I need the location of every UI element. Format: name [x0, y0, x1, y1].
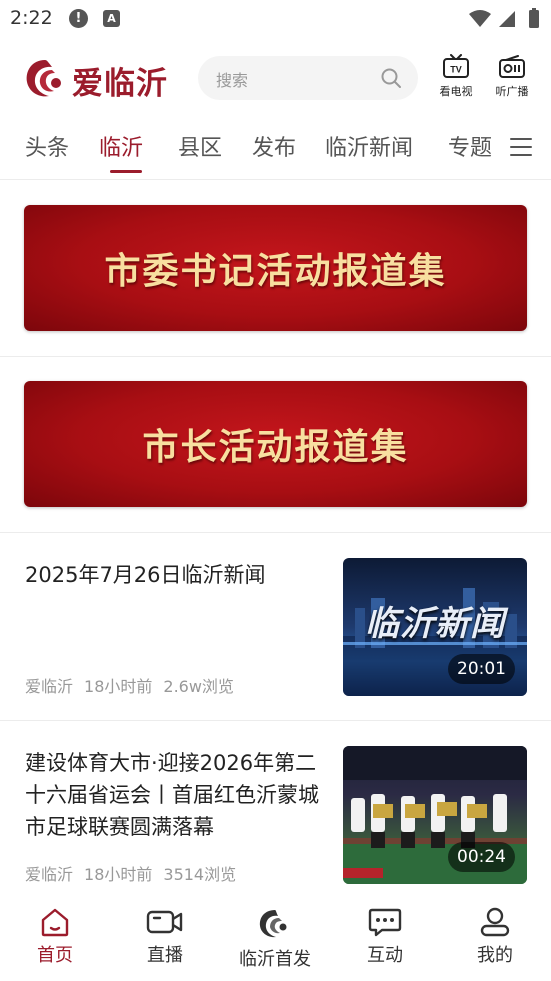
nav-label: 首页	[37, 945, 73, 966]
search-bar[interactable]: 搜索	[198, 56, 418, 100]
nav-label: 互动	[367, 945, 403, 966]
news-item[interactable]: 建设体育大市·迎接2026年第二十六届省运会丨首届红色沂蒙城市足球联赛圆满落幕 …	[0, 722, 551, 885]
linyi-first-logo-icon	[259, 910, 287, 938]
video-thumbnail[interactable]: 00:24	[343, 746, 527, 884]
logo-swirl-icon	[26, 60, 61, 97]
user-icon	[480, 907, 510, 937]
watch-tv-button[interactable]: TV 看电视	[434, 54, 478, 104]
news-title: 2025年7月26日临沂新闻	[25, 563, 266, 587]
nav-interaction[interactable]: 互动	[340, 907, 430, 967]
active-tab-indicator	[110, 170, 142, 173]
tab-headlines[interactable]: 头条	[25, 130, 69, 162]
nav-label: 我的	[477, 945, 513, 966]
divider	[0, 356, 551, 357]
news-source: 爱临沂	[25, 677, 74, 696]
news-title: 建设体育大市·迎接2026年第二十六届省运会丨首届红色沂蒙城市足球联赛圆满落幕	[25, 751, 319, 839]
nav-profile[interactable]: 我的	[450, 907, 540, 967]
divider	[0, 720, 551, 721]
alert-icon: !	[69, 9, 88, 28]
tab-topics[interactable]: 专题	[448, 130, 492, 162]
news-views: 2.6w浏览	[163, 677, 234, 696]
video-camera-icon	[146, 910, 183, 934]
status-bar: 2:22 ! A	[0, 0, 551, 38]
listen-radio-button[interactable]: 听广播	[490, 54, 534, 104]
status-time: 2:22	[10, 7, 53, 29]
banner-party-secretary[interactable]: 市委书记活动报道集	[24, 205, 527, 331]
video-duration: 00:24	[448, 842, 515, 872]
app-logo[interactable]: 爱临沂	[22, 54, 182, 102]
banner-text: 市委书记活动报道集	[104, 251, 447, 292]
tab-linyi[interactable]: 临沂	[99, 130, 143, 162]
news-time: 18小时前	[84, 865, 153, 884]
nav-home[interactable]: 首页	[10, 907, 100, 967]
video-thumbnail[interactable]: 临沂新闻 20:01	[343, 558, 527, 696]
news-meta: 爱临沂 18小时前 3514浏览	[25, 861, 247, 885]
tab-counties[interactable]: 县区	[178, 130, 222, 162]
keyboard-a-icon: A	[103, 10, 120, 27]
svg-text:TV: TV	[450, 65, 462, 75]
tab-releases[interactable]: 发布	[252, 130, 296, 162]
news-source: 爱临沂	[25, 865, 74, 884]
banner-text: 市长活动报道集	[142, 427, 409, 468]
signal-battery-icons	[469, 8, 539, 28]
tabs-divider	[0, 179, 551, 180]
chat-bubble-icon	[368, 908, 402, 937]
category-tabs: 头条 临沂 县区 发布 临沂新闻 专题	[0, 122, 551, 178]
nav-label: 直播	[147, 945, 183, 966]
news-meta: 爱临沂 18小时前 2.6w浏览	[25, 673, 245, 697]
nav-live[interactable]: 直播	[120, 907, 210, 967]
menu-icon[interactable]	[509, 136, 533, 158]
app-header: 爱临沂 搜索 TV 看电视 听广播	[0, 46, 551, 110]
news-time: 18小时前	[84, 677, 153, 696]
video-duration: 20:01	[448, 654, 515, 684]
news-views: 3514浏览	[163, 865, 237, 884]
thumbnail-caption: 临沂新闻	[365, 604, 505, 644]
search-placeholder: 搜索	[216, 71, 249, 90]
tv-icon: TV	[443, 54, 469, 78]
watch-tv-label: 看电视	[439, 85, 473, 98]
banner-mayor[interactable]: 市长活动报道集	[24, 381, 527, 507]
search-icon	[381, 68, 401, 88]
nav-linyi-first[interactable]: 临沂首发	[230, 907, 320, 971]
home-icon	[41, 908, 69, 937]
listen-radio-label: 听广播	[495, 85, 529, 98]
news-item[interactable]: 2025年7月26日临沂新闻 爱临沂 18小时前 2.6w浏览 临沂新闻 20:01	[0, 533, 551, 696]
bottom-navigation: 首页 直播 临沂首发 互动 我的	[0, 895, 551, 981]
tab-linyi-news[interactable]: 临沂新闻	[325, 130, 413, 162]
logo-text: 爱临沂	[72, 66, 168, 102]
radio-icon	[499, 55, 525, 78]
nav-label: 临沂首发	[239, 949, 311, 970]
